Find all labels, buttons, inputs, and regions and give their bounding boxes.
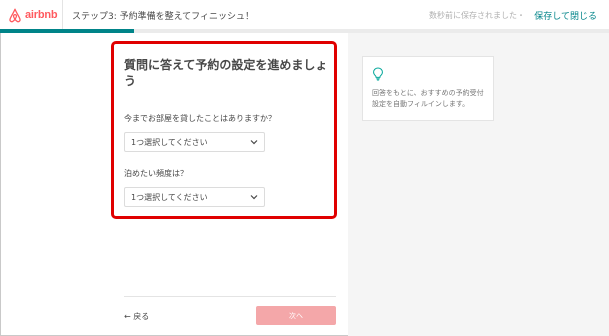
save-status: 数秒前に保存されました・ (429, 10, 525, 21)
airbnb-logo-icon (9, 8, 21, 22)
top-header: airbnb ステップ3: 予約準備を整えてフィニッシュ！ 数秒前に保存されまし… (0, 0, 609, 30)
back-link[interactable]: ← 戻る (124, 311, 149, 322)
header-divider (62, 0, 63, 30)
highlight-box (111, 41, 337, 219)
save-status-separator: ・ (517, 11, 525, 20)
lightbulb-icon (373, 67, 383, 81)
logo-text: airbnb (25, 9, 58, 21)
save-and-close-link[interactable]: 保存して閉じる (534, 9, 597, 22)
next-button[interactable]: 次へ (256, 306, 336, 325)
step-title: ステップ3: 予約準備を整えてフィニッシュ！ (72, 12, 254, 22)
progress-bar-fill (0, 29, 134, 33)
tip-text: 回答をもとに、おすすめの予約受付設定を自動フィルインします。 (372, 89, 484, 108)
airbnb-logo[interactable]: airbnb (8, 7, 58, 23)
footer-divider (124, 296, 336, 297)
tip-card: 回答をもとに、おすすめの予約受付設定を自動フィルインします。 (362, 56, 494, 121)
save-status-text: 数秒前に保存されました (429, 11, 517, 20)
